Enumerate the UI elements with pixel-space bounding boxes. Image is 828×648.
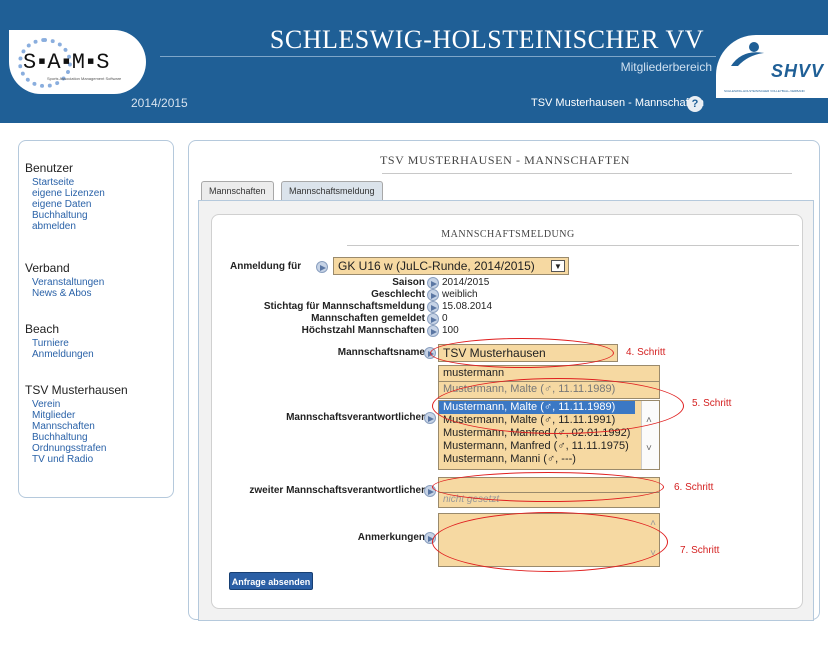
sidebar-item-veranstaltungen[interactable]: Veranstaltungen [32, 277, 104, 288]
step4-label: 4. Schritt [626, 347, 666, 358]
sidebar-group-benutzer: Benutzer Startseite eigene Lizenzen eige… [25, 161, 105, 232]
step5-highlight [432, 378, 684, 434]
geschlecht-label: Geschlecht [371, 289, 425, 300]
sidebar-item-ordnungsstrafen[interactable]: Ordnungsstrafen [32, 443, 128, 454]
logo-text: S▪A▪M▪S [23, 50, 109, 75]
sidebar-group-title: TSV Musterhausen [25, 383, 128, 397]
sidebar-item-tv-radio[interactable]: TV und Radio [32, 454, 128, 465]
hoechstzahl-label: Höchstzahl Mannschaften [301, 325, 425, 336]
sidebar: Benutzer Startseite eigene Lizenzen eige… [18, 140, 174, 498]
sidebar-item-turniere[interactable]: Turniere [32, 338, 94, 349]
shvv-logo[interactable]: SHVV SCHLESWIG-HOLSTEINISCHER VOLLEYBALL… [716, 35, 828, 98]
sidebar-item-eigene-daten[interactable]: eigene Daten [32, 199, 105, 210]
sidebar-group-title: Verband [25, 261, 70, 275]
sidebar-group-title: Beach [25, 322, 60, 336]
verantwortlicher-label: Mannschaftsverantwortlicher [286, 412, 425, 423]
page-title: TSV MUSTERHAUSEN - MANNSCHAFTEN [379, 153, 631, 167]
anmeldung-label: Anmeldung für [230, 261, 302, 272]
area-label: Mitgliederbereich [620, 60, 712, 74]
season-label: 2014/2015 [131, 96, 188, 110]
sidebar-item-mannschaften[interactable]: Mannschaften [32, 421, 128, 432]
sidebar-item-eigene-lizenzen[interactable]: eigene Lizenzen [32, 188, 105, 199]
step6-label: 6. Schritt [674, 482, 714, 493]
geschlecht-value: weiblich [442, 289, 478, 300]
saison-label: Saison [392, 277, 425, 288]
arrow-icon [427, 277, 439, 289]
sidebar-item-abmelden[interactable]: abmelden [32, 221, 105, 232]
sidebar-item-verein[interactable]: Verein [32, 399, 128, 410]
mannschaftsname-label: Mannschaftsname [337, 347, 425, 358]
listbox-option[interactable]: Mustermann, Manfred (♂, 11.11.1975) [439, 440, 659, 453]
chevron-down-icon[interactable]: ˅ [646, 443, 652, 454]
step7-label: 7. Schritt [680, 545, 720, 556]
sidebar-item-startseite[interactable]: Startseite [32, 177, 105, 188]
arrow-icon [424, 412, 436, 424]
shvv-logo-subtitle: SCHLESWIG-HOLSTEINISCHER VOLLEYBALL-VERB… [724, 89, 805, 93]
arrow-icon [427, 313, 439, 325]
gemeldet-value: 0 [442, 313, 448, 324]
sidebar-group-title: Benutzer [25, 161, 74, 175]
arrow-icon [427, 289, 439, 301]
stichtag-value: 15.08.2014 [442, 301, 493, 312]
arrow-icon [427, 301, 439, 313]
hoechstzahl-value: 100 [442, 325, 459, 336]
shvv-logo-text: SHVV [771, 61, 825, 81]
logo-subtitle: Sports Association Management Software [47, 76, 122, 81]
sidebar-item-mitglieder[interactable]: Mitglieder [32, 410, 128, 421]
gemeldet-label: Mannschaften gemeldet [311, 313, 425, 324]
sams-logo[interactable]: S▪A▪M▪S Sports Association Management So… [9, 30, 146, 94]
sidebar-group-verein: TSV Musterhausen Verein Mitglieder Manns… [25, 383, 128, 465]
header-divider [160, 56, 716, 57]
sidebar-item-anmeldungen[interactable]: Anmeldungen [32, 349, 94, 360]
anmeldung-select[interactable]: GK U16 w (JuLC-Runde, 2014/2015) ▼ [333, 257, 569, 275]
stichtag-label: Stichtag für Mannschaftsmeldung [263, 301, 425, 312]
help-icon[interactable]: ? [687, 96, 703, 112]
sidebar-group-beach: Beach Turniere Anmeldungen [25, 322, 94, 360]
step5-label: 5. Schritt [692, 398, 732, 409]
tab-mannschaftsmeldung[interactable]: Mannschaftsmeldung [281, 181, 383, 201]
anmerkungen-label: Anmerkungen [357, 532, 425, 543]
listbox-option[interactable]: Mustermann, Manni (♂, ---) [439, 453, 659, 466]
header-bar: S▪A▪M▪S Sports Association Management So… [0, 0, 828, 123]
sidebar-item-news-abos[interactable]: News & Abos [32, 288, 104, 299]
association-title: SCHLESWIG-HOLSTEINISCHER VV [269, 25, 704, 54]
arrow-icon [427, 325, 439, 337]
step6-highlight [432, 472, 664, 502]
form-title-divider [347, 245, 799, 246]
sidebar-item-buchhaltung-verein[interactable]: Buchhaltung [32, 432, 128, 443]
arrow-icon [316, 261, 328, 273]
anmeldung-select-value: GK U16 w (JuLC-Runde, 2014/2015) [338, 259, 535, 273]
zweiter-verantwortlicher-label: zweiter Mannschaftsverantwortlicher [249, 485, 425, 496]
step4-highlight [430, 338, 614, 368]
form-title: MANNSCHAFTSMELDUNG [441, 229, 575, 240]
sidebar-group-verband: Verband Veranstaltungen News & Abos [25, 261, 104, 299]
sidebar-item-buchhaltung[interactable]: Buchhaltung [32, 210, 105, 221]
saison-value: 2014/2015 [442, 277, 490, 288]
shvv-swoosh-icon [731, 42, 764, 66]
step7-highlight [432, 512, 668, 572]
team-header-title: TSV Musterhausen - Mannschaften [530, 97, 704, 109]
title-divider [382, 173, 792, 174]
tab-mannschaften[interactable]: Mannschaften [201, 181, 274, 201]
chevron-down-icon[interactable]: ▼ [551, 260, 565, 272]
submit-button[interactable]: Anfrage absenden [229, 572, 313, 590]
